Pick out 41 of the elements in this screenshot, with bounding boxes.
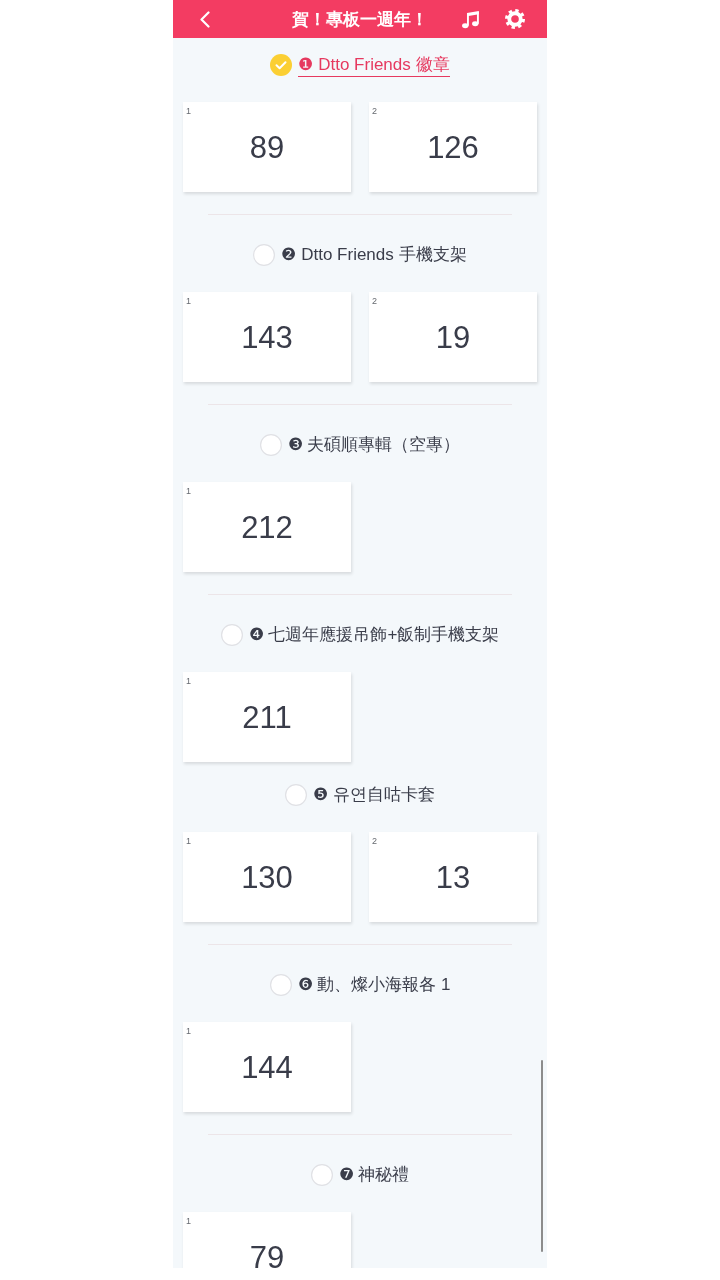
card-index: 1 bbox=[186, 297, 191, 306]
count-value: 19 bbox=[435, 321, 471, 353]
option-title[interactable]: ❹ 七週年應援吊飾+飯制手機支架 bbox=[248, 624, 500, 646]
scrollbar-thumb[interactable] bbox=[541, 1060, 543, 1252]
card-index: 1 bbox=[186, 107, 191, 116]
settings-icon bbox=[505, 9, 525, 29]
card-index: 1 bbox=[186, 837, 191, 846]
settings-button[interactable] bbox=[505, 9, 525, 29]
card-index: 2 bbox=[372, 297, 377, 306]
count-value: 143 bbox=[241, 321, 293, 353]
card-index: 1 bbox=[186, 1027, 191, 1036]
empty-circle-icon[interactable] bbox=[220, 624, 243, 646]
option-title[interactable]: ❼ 神秘禮 bbox=[338, 1164, 410, 1186]
back-icon bbox=[200, 10, 210, 28]
card-index: 1 bbox=[186, 677, 191, 686]
option-title[interactable]: ❻ 動、燦小海報各 1 bbox=[297, 974, 451, 996]
empty-circle-icon[interactable] bbox=[310, 1164, 333, 1186]
count-value: 79 bbox=[249, 1241, 285, 1268]
empty-circle-icon[interactable] bbox=[269, 974, 292, 996]
page-title: 賀！專板一週年！ bbox=[292, 10, 428, 28]
count-value: 126 bbox=[427, 131, 479, 163]
music-note-icon bbox=[461, 9, 480, 29]
option-title[interactable]: ❸ 夫碩順專輯（空專） bbox=[287, 434, 461, 456]
card-index: 2 bbox=[372, 107, 377, 116]
option-title[interactable]: ❷ Dtto Friends 手機支架 bbox=[281, 244, 467, 266]
count-value: 211 bbox=[242, 701, 292, 733]
music-button[interactable] bbox=[461, 9, 480, 29]
count-value: 89 bbox=[249, 131, 285, 163]
count-value: 13 bbox=[435, 861, 471, 893]
empty-circle-icon[interactable] bbox=[259, 434, 282, 456]
count-value: 144 bbox=[241, 1051, 293, 1083]
option-title[interactable]: ❶ Dtto Friends 徽章 bbox=[298, 53, 450, 77]
check-circle-icon[interactable] bbox=[270, 54, 293, 76]
option-title[interactable]: ❺ 유연自咕卡套 bbox=[313, 784, 435, 806]
count-value: 212 bbox=[241, 511, 293, 543]
count-value: 130 bbox=[241, 861, 293, 893]
empty-circle-icon[interactable] bbox=[253, 244, 276, 266]
card-index: 1 bbox=[186, 1217, 191, 1226]
card-index: 1 bbox=[186, 487, 191, 496]
empty-circle-icon[interactable] bbox=[285, 784, 308, 806]
card-index: 2 bbox=[372, 837, 377, 846]
